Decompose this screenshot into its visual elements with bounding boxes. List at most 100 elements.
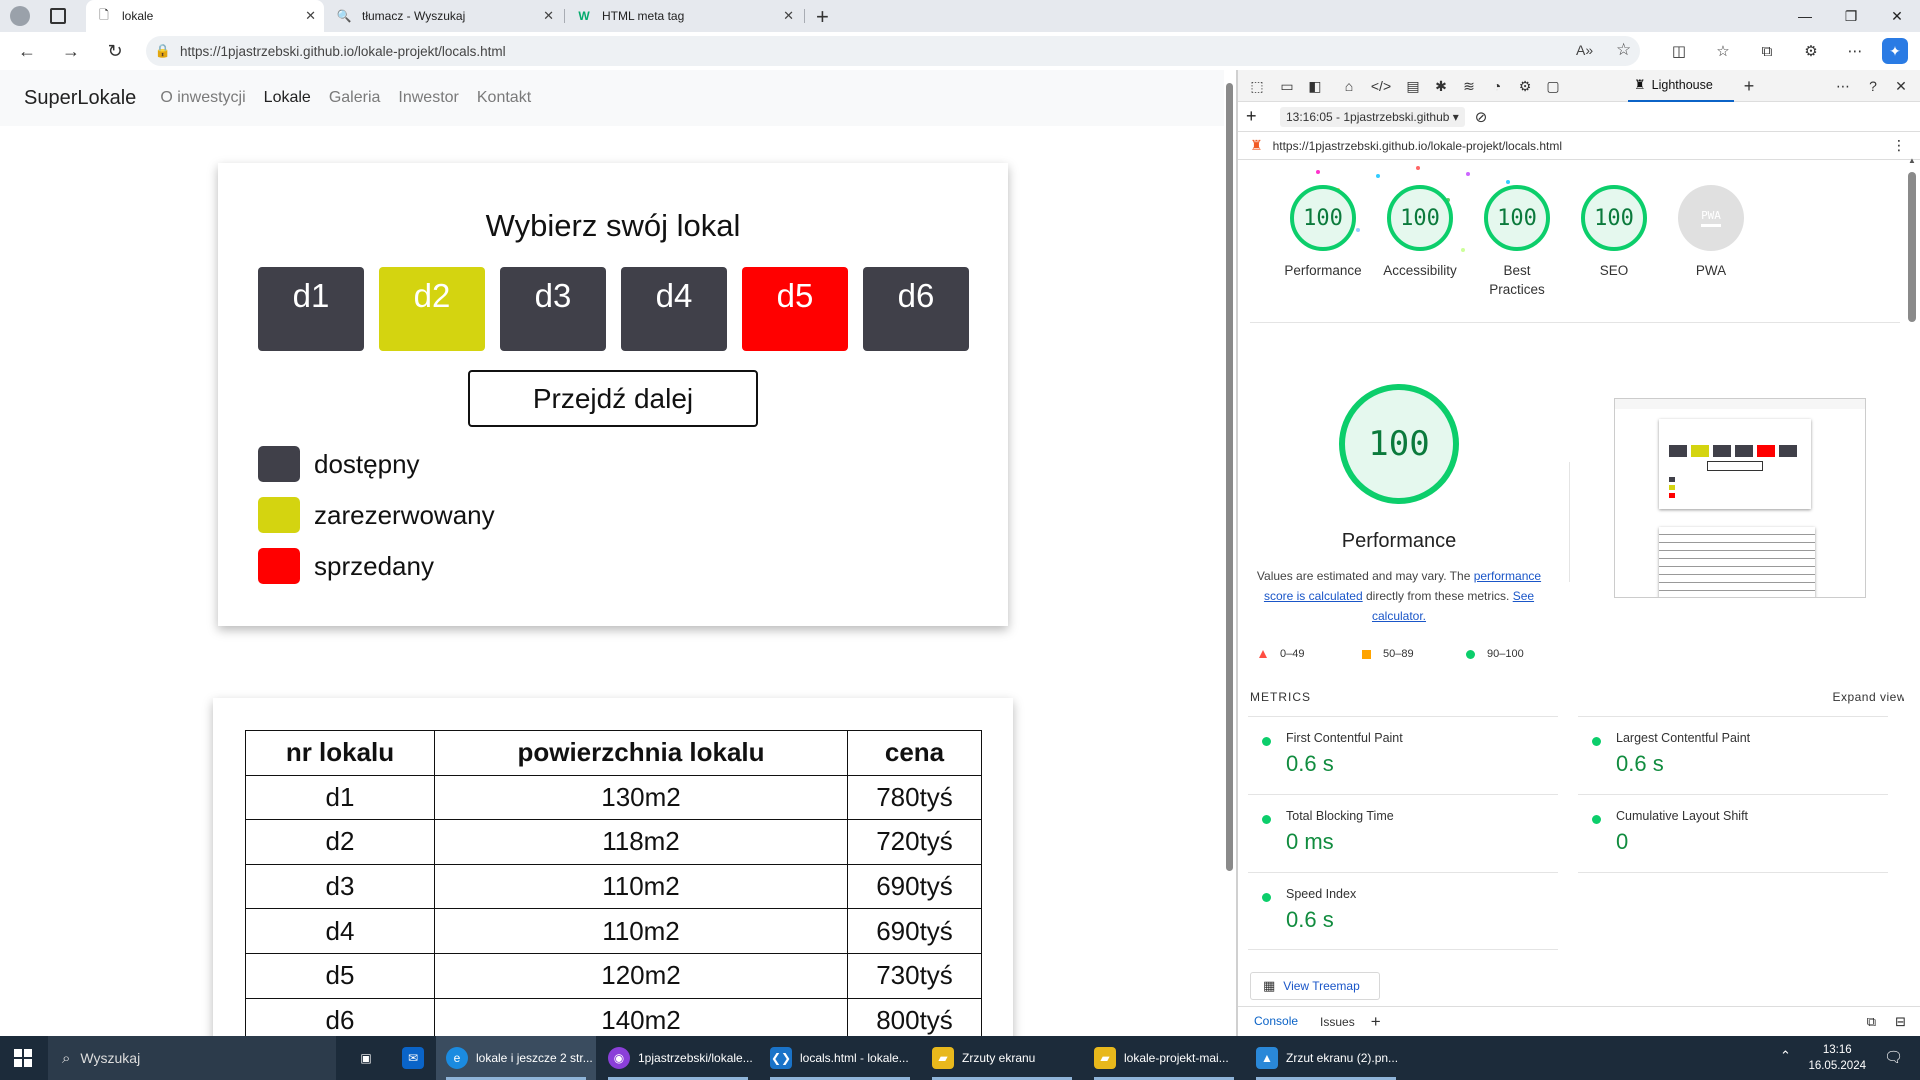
collections-icon[interactable]: ⧉: [1752, 36, 1782, 66]
expand-view-toggle[interactable]: Expand view: [1832, 690, 1906, 704]
task-view-icon[interactable]: ▣: [344, 1036, 388, 1080]
new-report-icon[interactable]: +: [1246, 106, 1266, 127]
unit-button-d2[interactable]: d2: [379, 267, 485, 351]
report-menu-icon[interactable]: ⋮: [1892, 137, 1906, 154]
unit-button-d3[interactable]: d3: [500, 267, 606, 351]
device-toolbar-icon[interactable]: ▭: [1276, 76, 1298, 96]
nav-link-inwestor[interactable]: Inwestor: [398, 89, 458, 107]
address-bar[interactable]: 🔒 https://1pjastrzebski.github.io/lokale…: [146, 36, 1640, 66]
taskbar-item-edge[interactable]: e lokale i jeszcze 2 str...: [436, 1036, 596, 1080]
tab-lighthouse[interactable]: ♜ Lighthouse: [1628, 70, 1734, 102]
new-tab-icon[interactable]: +: [816, 4, 829, 30]
performance-icon[interactable]: ◔: [1486, 76, 1508, 96]
favorites-icon[interactable]: ☆: [1708, 36, 1738, 66]
vscode-icon: ❮❯: [770, 1047, 792, 1069]
score-seo[interactable]: 100 SEO: [1559, 185, 1669, 280]
page-screenshot-thumbnail[interactable]: [1614, 398, 1866, 598]
taskbar-item-photos[interactable]: ▲ Zrzut ekranu (2).pn...: [1246, 1036, 1406, 1080]
taskbar-item-github[interactable]: ◉ 1pjastrzebski/lokale...: [598, 1036, 758, 1080]
sources-icon[interactable]: ✱: [1430, 76, 1452, 96]
windows-start-icon[interactable]: [14, 1049, 32, 1067]
range-label: 0–49: [1280, 648, 1305, 660]
taskbar-item-project-folder[interactable]: ▰ lokale-projekt-mai...: [1084, 1036, 1244, 1080]
chevron-up-icon[interactable]: ⌃: [1780, 1048, 1791, 1064]
table-cell: d3: [245, 863, 435, 910]
tab-lokale[interactable]: 🗋 lokale ✕: [86, 0, 324, 32]
split-screen-icon[interactable]: ◫: [1664, 36, 1694, 66]
favorite-star-icon[interactable]: ☆: [1616, 40, 1631, 60]
view-treemap-button[interactable]: ▦ View Treemap: [1250, 972, 1380, 1000]
unit-button-d6[interactable]: d6: [863, 267, 969, 351]
dock-icon[interactable]: ◧: [1304, 76, 1326, 96]
taskbar-item-label: lokale i jeszcze 2 str...: [476, 1051, 593, 1065]
site-brand[interactable]: SuperLokale: [24, 87, 136, 110]
refresh-icon[interactable]: ↻: [100, 36, 130, 66]
score-pwa[interactable]: PWA PWA: [1656, 185, 1766, 280]
extensions-icon[interactable]: ⚙: [1796, 36, 1826, 66]
minimize-icon[interactable]: —: [1782, 0, 1828, 32]
network-icon[interactable]: ≋: [1458, 76, 1480, 96]
tab-actions-icon[interactable]: [50, 8, 66, 24]
units-table-card: nr lokalu powierzchnia lokalu cena d1 130…: [213, 698, 1013, 1036]
lighthouse-logo-icon: ♜: [1250, 137, 1263, 153]
close-devtools-icon[interactable]: ✕: [1890, 76, 1912, 96]
site-info-icon[interactable]: 🔒: [146, 43, 180, 59]
scroll-up-icon[interactable]: ▲: [1908, 156, 1916, 165]
nav-link-lokale[interactable]: Lokale: [264, 89, 311, 107]
scrollbar-thumb[interactable]: [1908, 172, 1916, 322]
help-icon[interactable]: ?: [1862, 76, 1884, 96]
copilot-icon[interactable]: ✦: [1882, 38, 1908, 64]
tab-html-meta[interactable]: W HTML meta tag ✕: [566, 0, 802, 32]
taskbar-search[interactable]: ⌕ Wyszukaj: [48, 1036, 336, 1080]
inspect-icon[interactable]: ⬚: [1246, 76, 1268, 96]
customize-menu-icon[interactable]: ⋯: [1832, 76, 1854, 96]
taskbar-item-vscode[interactable]: ❮❯ locals.html - lokale...: [760, 1036, 920, 1080]
table-cell: d1: [245, 774, 435, 821]
circle-icon: [1466, 649, 1475, 659]
elements-icon[interactable]: </>: [1370, 76, 1392, 96]
memory-icon[interactable]: ⚙: [1514, 76, 1536, 96]
profile-icon[interactable]: [10, 6, 30, 26]
report-selector-label: 13:16:05 - 1pjastrzebski.github: [1286, 109, 1450, 124]
mail-app-icon[interactable]: ✉: [392, 1036, 436, 1080]
notifications-icon[interactable]: 🗨: [1884, 1048, 1903, 1066]
unit-button-d4[interactable]: d4: [621, 267, 727, 351]
close-icon[interactable]: ✕: [543, 8, 554, 24]
nav-link-kontakt[interactable]: Kontakt: [477, 89, 531, 107]
nav-link-galeria[interactable]: Galeria: [329, 89, 381, 107]
score-performance[interactable]: 100 Performance: [1268, 185, 1378, 280]
forward-icon[interactable]: →: [56, 36, 86, 66]
nav-link-o-inwestycji[interactable]: O inwestycji: [160, 89, 245, 107]
dock-drawer-icon[interactable]: ⧉: [1867, 1014, 1876, 1030]
close-window-icon[interactable]: ✕: [1874, 0, 1920, 32]
read-aloud-icon[interactable]: A»: [1576, 42, 1593, 58]
devtools-scrollbar[interactable]: ▲: [1904, 156, 1920, 1006]
browser-tab-strip: 🗋 lokale ✕ 🔍 tłumacz - Wyszukaj ✕ W HTML…: [0, 0, 1920, 32]
close-icon[interactable]: ✕: [783, 8, 794, 24]
more-tools-icon[interactable]: +: [1738, 76, 1760, 96]
score-best-practices[interactable]: 100 Best Practices: [1462, 185, 1572, 299]
back-icon[interactable]: ←: [12, 36, 42, 66]
restore-icon[interactable]: ❐: [1828, 0, 1874, 32]
add-drawer-tab-icon[interactable]: +: [1371, 1012, 1381, 1032]
unit-button-d1[interactable]: d1: [258, 267, 364, 351]
drawer-tab-console[interactable]: Console: [1250, 1006, 1303, 1036]
close-icon[interactable]: ✕: [305, 8, 316, 24]
taskbar-clock[interactable]: 13:16 16.05.2024: [1808, 1042, 1866, 1074]
unit-button-d5[interactable]: d5: [742, 267, 848, 351]
page-scrollbar[interactable]: [1224, 70, 1236, 1036]
close-drawer-icon[interactable]: ⊟: [1895, 1014, 1906, 1030]
taskbar-item-screenshots[interactable]: ▰ Zrzuty ekranu: [922, 1036, 1082, 1080]
table-cell: 140m2: [434, 997, 848, 1036]
next-button[interactable]: Przejdź dalej: [468, 370, 758, 427]
clear-reports-icon[interactable]: ⊘: [1475, 108, 1488, 126]
score-accessibility[interactable]: 100 Accessibility: [1365, 185, 1475, 280]
scrollbar-thumb[interactable]: [1226, 83, 1233, 871]
application-icon[interactable]: ▢: [1542, 76, 1564, 96]
drawer-tab-issues[interactable]: Issues: [1320, 1015, 1355, 1029]
console-icon[interactable]: ▤: [1402, 76, 1424, 96]
tab-tlumacz[interactable]: 🔍 tłumacz - Wyszukaj ✕: [326, 0, 562, 32]
more-menu-icon[interactable]: ⋯: [1840, 36, 1870, 66]
report-selector[interactable]: 13:16:05 - 1pjastrzebski.github ▾: [1280, 106, 1465, 127]
welcome-home-icon[interactable]: ⌂: [1338, 76, 1360, 96]
